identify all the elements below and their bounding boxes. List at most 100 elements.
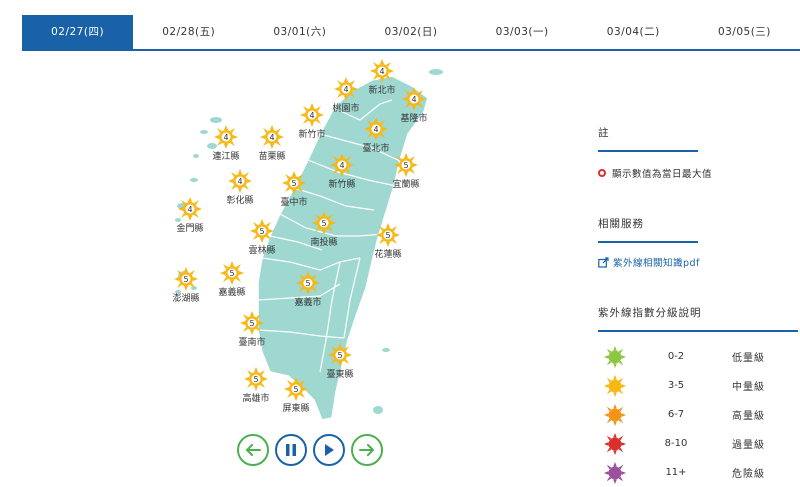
tab-0228[interactable]: 02/28(五) <box>133 15 244 49</box>
city-yilan[interactable]: 5 宜蘭縣 <box>376 153 436 190</box>
city-yunlin[interactable]: 5 雲林縣 <box>232 219 292 256</box>
divider <box>598 330 798 332</box>
tab-0302[interactable]: 03/02(日) <box>355 15 466 49</box>
svg-text:4: 4 <box>411 95 416 104</box>
sun-icon: 4 <box>260 125 284 149</box>
playback-controls <box>237 434 383 466</box>
tab-0305[interactable]: 03/05(三) <box>689 15 800 49</box>
svg-text:5: 5 <box>229 269 234 278</box>
city-label: 宜蘭縣 <box>392 180 420 190</box>
svg-text:5: 5 <box>321 219 326 228</box>
arrow-left-icon <box>246 444 261 456</box>
legend-range: 3-5 <box>667 380 685 391</box>
arrow-right-icon <box>359 444 374 456</box>
city-tainan[interactable]: 5 臺南市 <box>222 311 282 348</box>
legend-range: 0-2 <box>667 351 685 362</box>
divider <box>598 241 698 243</box>
city-label: 金門縣 <box>176 224 204 234</box>
svg-text:4: 4 <box>343 85 348 94</box>
sun-icon: 5 <box>174 267 198 291</box>
city-hualien[interactable]: 5 花蓮縣 <box>358 223 418 260</box>
city-nantou[interactable]: 5 南投縣 <box>294 211 354 248</box>
svg-text:5: 5 <box>249 319 254 328</box>
legend-level: 高量級 <box>732 411 765 422</box>
legend-level: 中量級 <box>732 382 765 393</box>
pause-button[interactable] <box>275 434 307 466</box>
external-link-icon <box>598 256 609 268</box>
sun-icon: 5 <box>220 261 244 285</box>
legend-row-low: 0-2 低量級 <box>598 342 800 371</box>
bullet-icon <box>598 169 606 177</box>
sun-icon <box>604 403 626 426</box>
sun-icon <box>604 432 626 455</box>
tab-0227[interactable]: 02/27(四) <box>22 15 134 49</box>
city-chiayi-city[interactable]: 5 嘉義市 <box>278 271 338 308</box>
city-label: 嘉義市 <box>294 298 322 308</box>
legend-row-high: 6-7 高量級 <box>598 400 800 429</box>
svg-text:4: 4 <box>223 133 228 142</box>
city-label: 臺南市 <box>238 338 266 348</box>
uv-map: 4 新北市 4 桃園市 4 基隆市 4 新竹市 4 臺北市 4 連江縣 4 苗栗… <box>0 55 590 435</box>
city-pingtung[interactable]: 5 屏東縣 <box>266 377 326 414</box>
svg-text:5: 5 <box>305 279 310 288</box>
tab-0303[interactable]: 03/03(一) <box>467 15 578 49</box>
svg-text:4: 4 <box>309 111 314 120</box>
sun-icon: 5 <box>244 367 268 391</box>
sun-icon: 5 <box>240 311 264 335</box>
sun-icon: 5 <box>296 271 320 295</box>
sun-icon <box>604 345 626 368</box>
svg-text:4: 4 <box>187 205 192 214</box>
city-label: 嘉義縣 <box>218 288 246 298</box>
city-label: 屏東縣 <box>282 404 310 414</box>
info-panel: 註 顯示數值為當日最大值 相關服務 紫外線相關知識pdf 紫外線指數分級說明 0… <box>598 125 800 487</box>
legend-row-excessive: 8-10 過量級 <box>598 429 800 458</box>
city-label: 苗栗縣 <box>258 152 286 162</box>
svg-text:5: 5 <box>183 275 188 284</box>
pause-icon <box>286 444 296 456</box>
link-text: 紫外線相關知識pdf <box>613 258 700 269</box>
svg-text:5: 5 <box>259 227 264 236</box>
date-tabs: 02/27(四) 02/28(五) 03/01(六) 03/02(日) 03/0… <box>22 15 800 51</box>
tab-0301[interactable]: 03/01(六) <box>244 15 355 49</box>
city-taipei[interactable]: 4 臺北市 <box>346 117 406 154</box>
city-kinmen[interactable]: 4 金門縣 <box>160 197 220 234</box>
sun-icon: 4 <box>334 77 358 101</box>
city-label: 臺中市 <box>280 198 308 208</box>
sun-icon: 5 <box>328 343 352 367</box>
city-chiayi-county[interactable]: 5 嘉義縣 <box>202 261 262 298</box>
sun-icon: 5 <box>284 377 308 401</box>
next-day-button[interactable] <box>351 434 383 466</box>
svg-text:4: 4 <box>379 67 384 76</box>
svg-text:4: 4 <box>339 161 344 170</box>
sun-icon: 5 <box>282 171 306 195</box>
play-button[interactable] <box>313 434 345 466</box>
sun-icon <box>604 374 626 397</box>
legend-row-moderate: 3-5 中量級 <box>598 371 800 400</box>
legend-level: 低量級 <box>732 353 765 364</box>
note-row: 顯示數值為當日最大值 <box>598 166 800 180</box>
uv-knowledge-pdf-link[interactable]: 紫外線相關知識pdf <box>598 255 800 269</box>
sun-icon: 4 <box>364 117 388 141</box>
sun-icon: 5 <box>312 211 336 235</box>
legend-range: 11+ <box>665 467 687 478</box>
city-label: 花蓮縣 <box>374 250 402 260</box>
svg-text:5: 5 <box>293 385 298 394</box>
sun-icon: 5 <box>250 219 274 243</box>
svg-text:5: 5 <box>291 179 296 188</box>
prev-day-button[interactable] <box>237 434 269 466</box>
svg-text:4: 4 <box>269 133 274 142</box>
svg-text:5: 5 <box>337 351 342 360</box>
sun-icon: 5 <box>394 153 418 177</box>
tab-0304[interactable]: 03/04(二) <box>578 15 689 49</box>
city-miaoli[interactable]: 4 苗栗縣 <box>242 125 302 162</box>
city-taichung[interactable]: 5 臺中市 <box>264 171 324 208</box>
svg-text:5: 5 <box>403 161 408 170</box>
city-label: 南投縣 <box>310 238 338 248</box>
sun-icon: 5 <box>376 223 400 247</box>
legend-range: 8-10 <box>664 438 688 449</box>
svg-text:5: 5 <box>253 375 258 384</box>
city-taitung[interactable]: 5 臺東縣 <box>310 343 370 380</box>
play-icon <box>325 444 334 456</box>
legend-title: 紫外線指數分級說明 <box>598 307 702 319</box>
legend-level: 危險級 <box>732 469 765 480</box>
